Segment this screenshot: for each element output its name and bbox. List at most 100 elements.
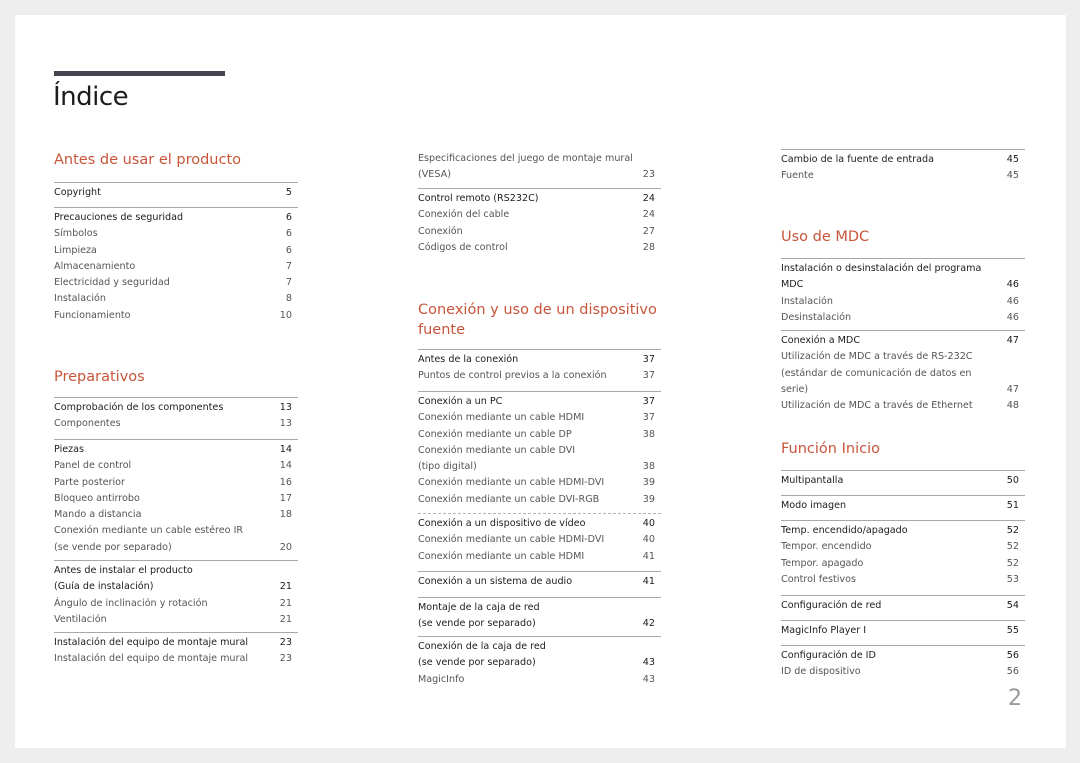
toc-column-left: Antes de usar el producto Copyright 5 Pre… — [54, 0, 298, 763]
toc-entry[interactable]: Puntos de control previos a la conexión 3… — [418, 368, 661, 384]
toc-column-middle: Especificaciones del juego de montaje mu… — [418, 0, 661, 763]
toc-entry[interactable]: Mando a distancia 18 — [54, 507, 298, 523]
toc-entry-label: Ventilación — [54, 613, 107, 625]
toc-group: Configuración de ID 56 ID de dispositivo 56 — [781, 645, 1025, 681]
toc-group: Conexión a MDC 47 Utilización de MDC a tra… — [781, 330, 1025, 414]
toc-entry[interactable]: Especificaciones del juego de montaje mu… — [418, 151, 661, 184]
toc-entry-label: Comprobación de los componentes — [54, 402, 224, 413]
toc-entry[interactable]: Conexión a un sistema de audio 41 — [418, 574, 661, 590]
toc-entry-label: Bloqueo antirrobo — [54, 492, 140, 504]
toc-entry-page: 21 — [279, 597, 292, 609]
toc-entry-page: 21 — [279, 613, 292, 625]
toc-entry[interactable]: Conexión del cable 24 — [418, 207, 661, 223]
toc-entry[interactable]: ID de dispositivo 56 — [781, 664, 1025, 680]
toc-entry[interactable]: Tempor. apagado 52 — [781, 556, 1025, 572]
toc-entry-label: Utilización de MDC a través de Ethernet — [781, 400, 973, 412]
toc-entry-label: Símbolos — [54, 228, 98, 240]
toc-entry[interactable]: Configuración de red 54 — [781, 598, 1025, 614]
toc-entry[interactable]: MagicInfo 43 — [418, 672, 661, 688]
toc-entry[interactable]: Instalación 46 — [781, 294, 1025, 310]
toc-entry[interactable]: Componentes 13 — [54, 416, 298, 432]
toc-entry-label: Conexión a un dispositivo de vídeo — [418, 518, 586, 529]
toc-entry[interactable]: Electricidad y seguridad 7 — [54, 275, 298, 291]
toc-entry-page: 51 — [1006, 500, 1019, 511]
toc-entry[interactable]: Multipantalla 50 — [781, 473, 1025, 489]
toc-entry-label: Piezas — [54, 444, 85, 455]
toc-entry[interactable]: Piezas 14 — [54, 442, 298, 458]
toc-entry[interactable]: MagicInfo Player I 55 — [781, 623, 1025, 639]
toc-entry[interactable]: Conexión mediante un cable DP 38 — [418, 427, 661, 443]
toc-entry[interactable]: Conexión mediante un cable HDMI-DVI 39 — [418, 475, 661, 491]
toc-entry[interactable]: Conexión a MDC 47 — [781, 333, 1025, 349]
toc-entry[interactable]: Instalación del equipo de montaje mural 2… — [54, 635, 298, 651]
toc-entry[interactable]: Temp. encendido/apagado 52 — [781, 523, 1025, 539]
toc-entry[interactable]: Instalación o desinstalación del program… — [781, 261, 1025, 294]
toc-entry-page: 38 — [642, 461, 655, 473]
toc-entry[interactable]: Modo imagen 51 — [781, 498, 1025, 514]
toc-entry[interactable]: Limpieza 6 — [54, 243, 298, 259]
toc-entry-label: Instalación del equipo de montaje mural — [54, 653, 248, 665]
toc-entry[interactable]: Conexión de la caja de red (se vende por… — [418, 639, 661, 672]
toc-entry-label: Limpieza — [54, 244, 97, 256]
toc-entry-page: 47 — [1006, 383, 1019, 395]
toc-entry[interactable]: Control remoto (RS232C) 24 — [418, 191, 661, 207]
toc-entry[interactable]: Conexión a un PC 37 — [418, 394, 661, 410]
toc-entry[interactable]: Bloqueo antirrobo 17 — [54, 491, 298, 507]
toc-entry[interactable]: Antes de instalar el producto (Guía de i… — [54, 563, 298, 596]
toc-entry[interactable]: Conexión mediante un cable estéreo IR (s… — [54, 523, 298, 556]
toc-entry[interactable]: Conexión mediante un cable HDMI-DVI 40 — [418, 532, 661, 548]
toc-entry[interactable]: Cambio de la fuente de entrada 45 — [781, 152, 1025, 168]
toc-entry[interactable]: Parte posterior 16 — [54, 475, 298, 491]
toc-entry-page: 40 — [642, 534, 655, 546]
toc-entry-page: 54 — [1006, 600, 1019, 611]
toc-entry-page: 42 — [642, 618, 655, 630]
toc-entry-label: Electricidad y seguridad — [54, 277, 170, 289]
toc-entry[interactable]: Copyright 5 — [54, 185, 298, 201]
toc-entry[interactable]: Precauciones de seguridad 6 — [54, 210, 298, 226]
toc-group: Conexión a un dispositivo de vídeo 40 Cone… — [418, 513, 661, 565]
toc-entry[interactable]: Fuente 45 — [781, 168, 1025, 184]
toc-entry-label: Conexión mediante un cable DVI-RGB — [418, 493, 600, 505]
toc-entry[interactable]: Almacenamiento 7 — [54, 259, 298, 275]
toc-entry-label: MagicInfo Player I — [781, 625, 867, 636]
toc-entry[interactable]: Utilización de MDC a través de RS-232C (… — [781, 349, 1025, 398]
toc-entry-page: 37 — [642, 370, 655, 382]
toc-entry-page: 6 — [285, 244, 292, 256]
toc-entry[interactable]: Comprobación de los componentes 13 — [54, 400, 298, 416]
toc-entry[interactable]: Panel de control 14 — [54, 458, 298, 474]
toc-entry-page: 23 — [279, 637, 292, 648]
toc-entry-page: 6 — [285, 228, 292, 240]
toc-entry[interactable]: Ventilación 21 — [54, 612, 298, 628]
toc-entry[interactable]: Instalación del equipo de montaje mural 2… — [54, 651, 298, 667]
toc-entry[interactable]: Antes de la conexión 37 — [418, 352, 661, 368]
toc-entry-label: Almacenamiento — [54, 260, 136, 272]
toc-entry[interactable]: Conexión mediante un cable HDMI 41 — [418, 549, 661, 565]
toc-entry[interactable]: Símbolos 6 — [54, 226, 298, 242]
toc-entry-label: Conexión a un PC — [418, 396, 503, 407]
toc-entry[interactable]: Desinstalación 46 — [781, 310, 1025, 326]
toc-entry-page: 45 — [1006, 154, 1019, 165]
toc-entry[interactable]: Conexión 27 — [418, 224, 661, 240]
toc-entry-page: 41 — [642, 576, 655, 587]
toc-entry[interactable]: Tempor. encendido 52 — [781, 539, 1025, 555]
toc-group: Configuración de red 54 — [781, 595, 1025, 614]
toc-entry[interactable]: Conexión a un dispositivo de vídeo 40 — [418, 516, 661, 532]
toc-entry-label: Precauciones de seguridad — [54, 212, 184, 223]
toc-group: Especificaciones del juego de montaje mu… — [418, 149, 661, 184]
toc-entry[interactable]: Utilización de MDC a través de Ethernet 4… — [781, 398, 1025, 414]
toc-entry[interactable]: Conexión mediante un cable DVI (tipo dig… — [418, 443, 661, 476]
section-title: Uso de MDC — [781, 229, 870, 245]
toc-entry[interactable]: Conexión mediante un cable DVI-RGB 39 — [418, 492, 661, 508]
toc-entry[interactable]: Control festivos 53 — [781, 572, 1025, 588]
toc-entry[interactable]: Configuración de ID 56 — [781, 648, 1025, 664]
toc-entry-page: 14 — [279, 444, 292, 455]
toc-entry[interactable]: Funcionamiento 10 — [54, 308, 298, 324]
toc-group: Montaje de la caja de red (se vende por … — [418, 597, 661, 633]
toc-entry-label: Multipantalla — [781, 475, 844, 486]
toc-entry-page: 7 — [285, 277, 292, 289]
toc-entry[interactable]: Conexión mediante un cable HDMI 37 — [418, 410, 661, 426]
toc-entry[interactable]: Instalación 8 — [54, 291, 298, 307]
toc-entry[interactable]: Códigos de control 28 — [418, 240, 661, 256]
toc-entry[interactable]: Ángulo de inclinación y rotación 21 — [54, 596, 298, 612]
toc-entry[interactable]: Montaje de la caja de red (se vende por … — [418, 600, 661, 633]
